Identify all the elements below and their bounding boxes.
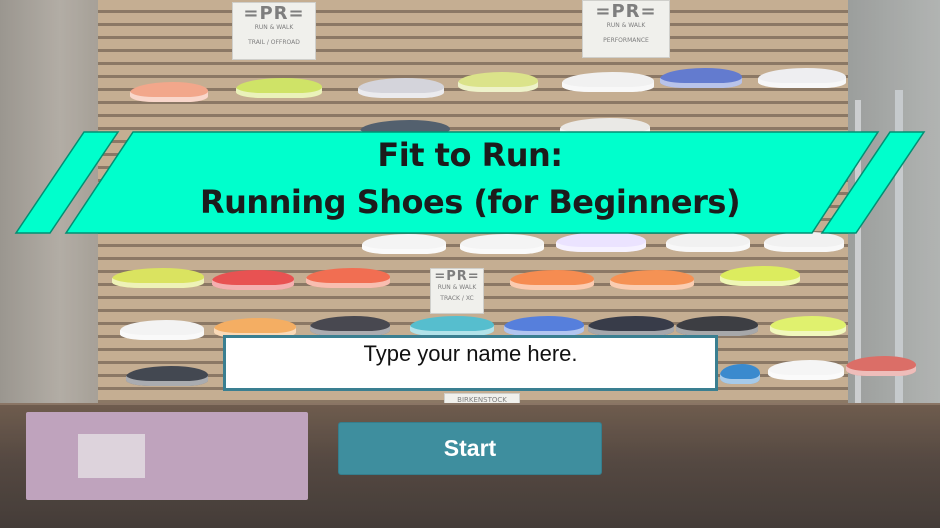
title-line-1: Fit to Run:: [377, 136, 563, 174]
name-input[interactable]: [226, 338, 715, 388]
page-title: Fit to Run: Running Shoes (for Beginners…: [120, 132, 820, 226]
title-line-2: Running Shoes (for Beginners): [199, 183, 741, 221]
start-button[interactable]: Start: [338, 422, 602, 475]
name-field[interactable]: [223, 335, 718, 391]
